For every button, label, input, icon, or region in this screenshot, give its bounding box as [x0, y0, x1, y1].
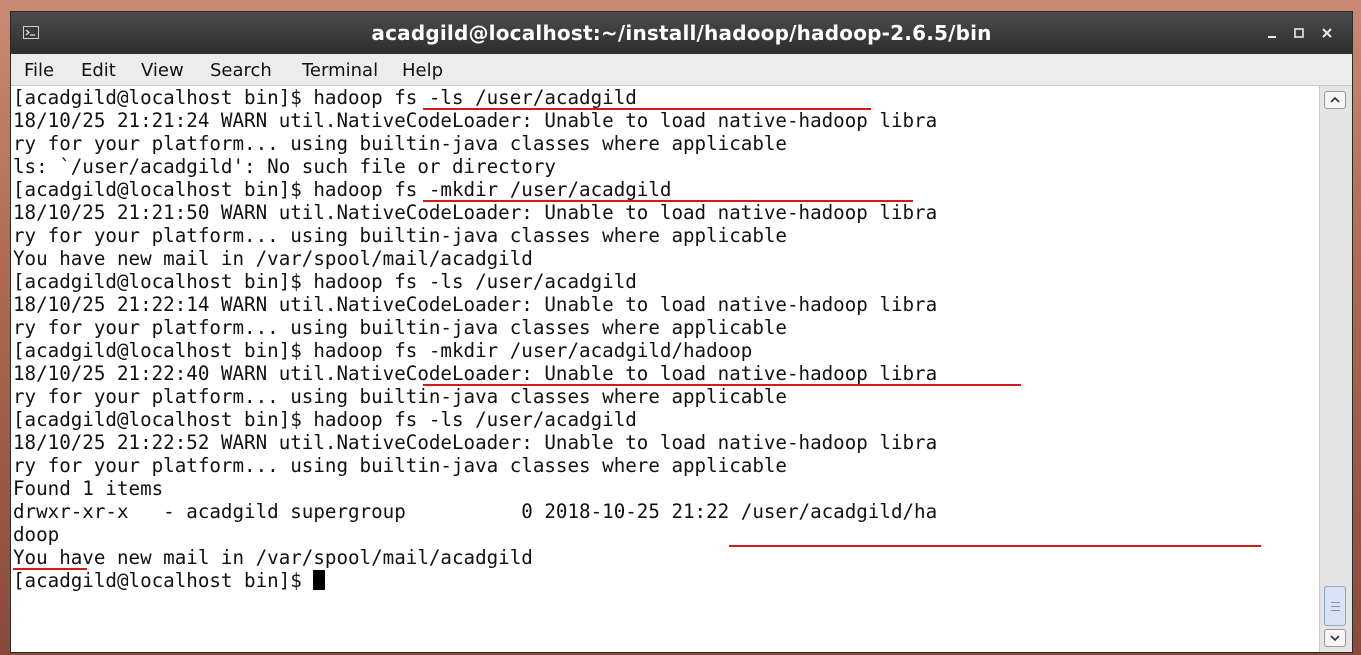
- terminal-line: 18/10/25 21:21:50 WARN util.NativeCodeLo…: [13, 201, 938, 224]
- terminal-line: ls: `/user/acadgild': No such file or di…: [13, 155, 556, 178]
- terminal-line: [acadgild@localhost bin]$ hadoop fs -mkd…: [13, 178, 672, 201]
- terminal-line: [acadgild@localhost bin]$ hadoop fs -ls …: [13, 270, 637, 293]
- menu-view[interactable]: View: [141, 60, 184, 81]
- vertical-scrollbar[interactable]: [1319, 86, 1352, 652]
- grip-line: [1331, 606, 1340, 607]
- maximize-icon[interactable]: [1287, 22, 1311, 44]
- terminal-output[interactable]: [acadgild@localhost bin]$ hadoop fs -ls …: [11, 86, 1319, 652]
- scroll-down-icon[interactable]: [1324, 629, 1346, 647]
- minimize-icon[interactable]: [1260, 22, 1284, 44]
- annotation-underline: [13, 568, 87, 570]
- annotation-underline: [423, 200, 913, 202]
- text-cursor: [313, 570, 326, 590]
- scroll-thumb[interactable]: [1324, 586, 1346, 626]
- grip-line: [1331, 602, 1340, 603]
- close-icon[interactable]: [1315, 22, 1339, 44]
- window-title: acadgild@localhost:~/install/hadoop/hado…: [371, 21, 992, 45]
- terminal-line: 18/10/25 21:21:24 WARN util.NativeCodeLo…: [13, 109, 938, 132]
- terminal-line: ry for your platform... using builtin-ja…: [13, 454, 787, 477]
- title-bar[interactable]: acadgild@localhost:~/install/hadoop/hado…: [11, 12, 1352, 54]
- terminal-line: drwxr-xr-x - acadgild supergroup 0 2018-…: [13, 500, 938, 523]
- terminal-line: 18/10/25 21:22:52 WARN util.NativeCodeLo…: [13, 431, 938, 454]
- terminal-line: ry for your platform... using builtin-ja…: [13, 316, 787, 339]
- terminal-prompt-line: [acadgild@localhost bin]$: [13, 569, 326, 592]
- terminal-line: 18/10/25 21:22:40 WARN util.NativeCodeLo…: [13, 362, 938, 385]
- terminal-line: [acadgild@localhost bin]$ hadoop fs -ls …: [13, 86, 637, 109]
- terminal-line: [acadgild@localhost bin]$ hadoop fs -ls …: [13, 408, 637, 431]
- terminal-line: ry for your platform... using builtin-ja…: [13, 132, 787, 155]
- menu-terminal[interactable]: Terminal: [302, 60, 378, 81]
- menu-edit[interactable]: Edit: [81, 60, 116, 81]
- terminal-line: You have new mail in /var/spool/mail/aca…: [13, 546, 533, 569]
- terminal-line: ry for your platform... using builtin-ja…: [13, 224, 787, 247]
- terminal-line: [acadgild@localhost bin]$ hadoop fs -mkd…: [13, 339, 753, 362]
- menu-bar: File Edit View Search Terminal Help: [11, 54, 1352, 86]
- menu-help[interactable]: Help: [402, 60, 443, 81]
- annotation-underline: [423, 384, 1021, 386]
- annotation-underline: [423, 108, 871, 110]
- terminal-line: Found 1 items: [13, 477, 164, 500]
- terminal-prompt: [acadgild@localhost bin]$: [13, 569, 314, 592]
- terminal-line: 18/10/25 21:22:14 WARN util.NativeCodeLo…: [13, 293, 938, 316]
- grip-line: [1331, 610, 1340, 611]
- menu-search[interactable]: Search: [210, 60, 272, 81]
- terminal-line: doop: [13, 523, 60, 546]
- menu-file[interactable]: File: [24, 60, 54, 81]
- terminal-line: ry for your platform... using builtin-ja…: [13, 385, 787, 408]
- scroll-up-icon[interactable]: [1324, 91, 1346, 109]
- terminal-window: acadgild@localhost:~/install/hadoop/hado…: [10, 11, 1353, 653]
- terminal-line: You have new mail in /var/spool/mail/aca…: [13, 247, 533, 270]
- annotation-underline: [729, 545, 1261, 547]
